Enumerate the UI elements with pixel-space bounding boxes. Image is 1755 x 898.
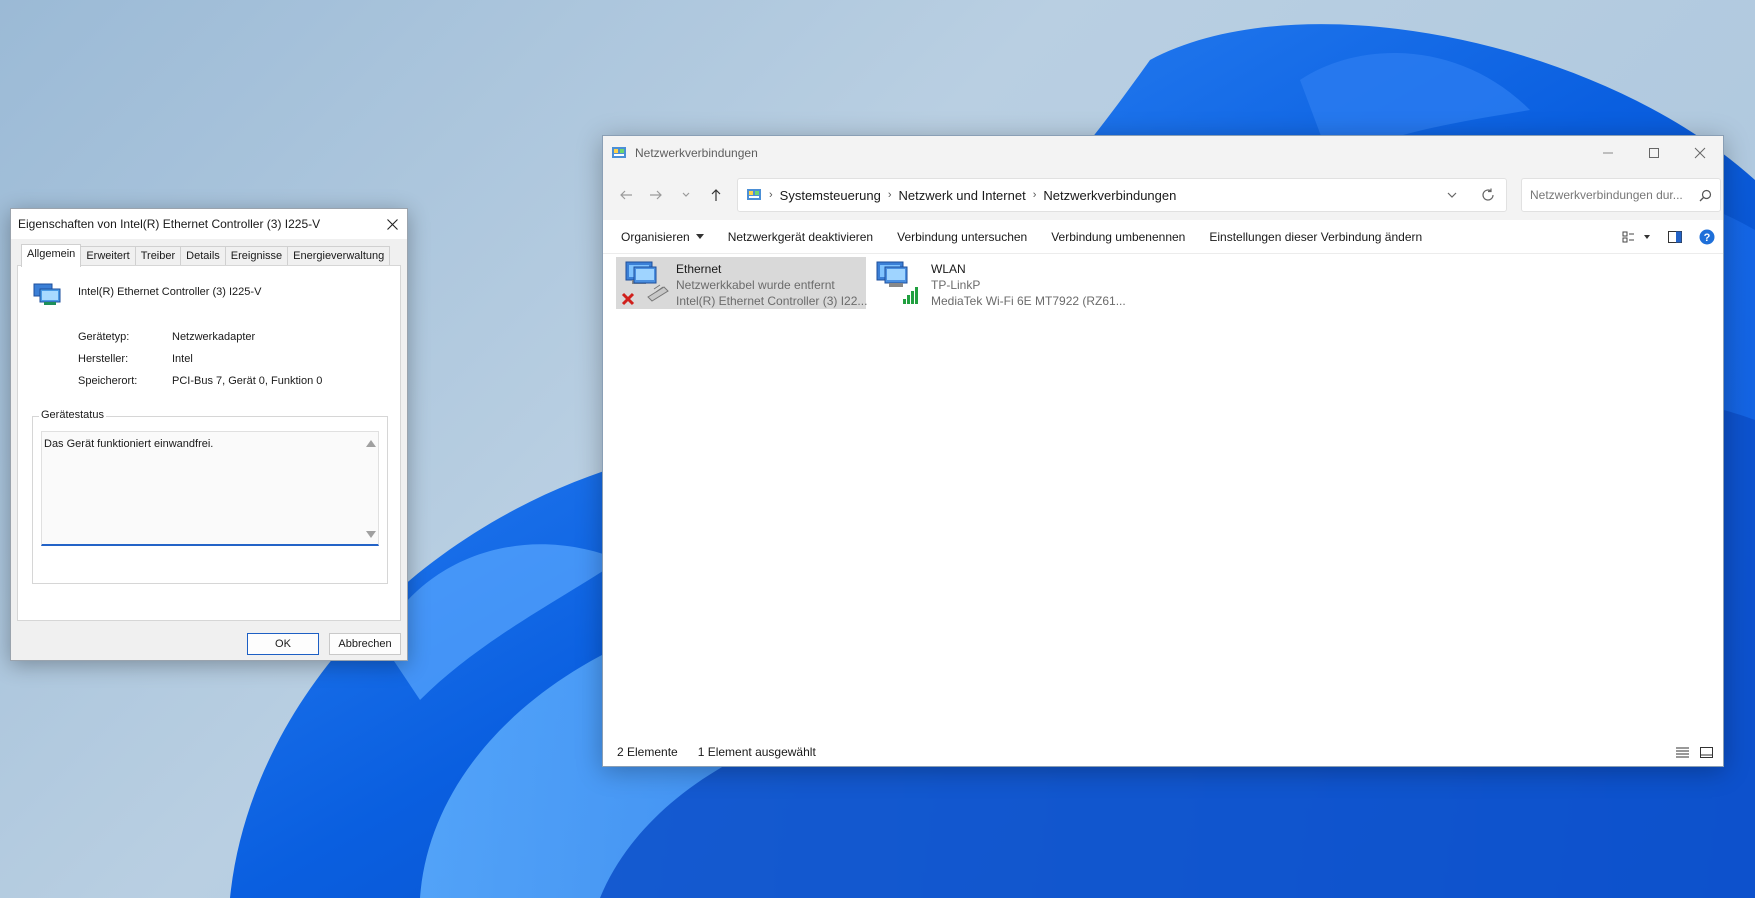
breadcrumb-netzwerk-und-internet[interactable]: Netzwerk und Internet [899,188,1026,203]
address-bar[interactable]: › Systemsteuerung › Netzwerk und Interne… [737,178,1507,212]
dialog-close-button[interactable] [377,209,407,239]
help-button[interactable]: ? [1691,223,1723,251]
connections-list: Ethernet Netzwerkkabel wurde entfernt In… [603,254,1723,738]
dialog-titlebar: Eigenschaften von Intel(R) Ethernet Cont… [11,209,407,239]
network-adapter-icon [33,283,61,305]
prop-value-type: Netzwerkadapter [172,331,256,343]
search-box[interactable] [1521,178,1721,212]
device-name: Intel(R) Ethernet Controller (3) I225-V [78,286,262,298]
device-status-text: Das Gerät funktioniert einwandfrei. [44,438,214,450]
connection-ethernet[interactable]: Ethernet Netzwerkkabel wurde entfernt In… [616,257,868,309]
ok-button[interactable]: OK [247,633,319,655]
connection-name: Ethernet [676,262,722,276]
minimize-icon [1603,152,1613,154]
disable-device-button[interactable]: Netzwerkgerät deaktivieren [716,223,885,251]
device-status-group: Gerätestatus Das Gerät funktioniert einw… [32,409,388,584]
prop-value-location: PCI-Bus 7, Gerät 0, Funktion 0 [172,375,323,387]
change-settings-button[interactable]: Einstellungen dieser Verbindung ändern [1197,223,1434,251]
tiles-view-icon [1699,746,1713,758]
caret-down-icon [695,233,704,239]
preview-pane-icon [1668,230,1682,243]
close-icon [1694,147,1706,159]
breadcrumb-systemsteuerung[interactable]: Systemsteuerung [780,188,881,203]
breadcrumb-chevron-icon[interactable]: › [888,189,892,201]
general-tab-page: Intel(R) Ethernet Controller (3) I225-V … [17,265,401,621]
dialog-title: Eigenschaften von Intel(R) Ethernet Cont… [18,217,321,231]
prop-value-manufacturer: Intel [172,353,193,365]
details-view-button[interactable] [1671,741,1693,763]
chevron-down-icon [682,192,690,197]
organize-label: Organisieren [621,229,690,244]
tab-erweitert[interactable]: Erweitert [80,246,136,266]
cancel-button[interactable]: Abbrechen [329,633,401,655]
close-button[interactable] [1677,136,1723,170]
control-panel-icon [612,147,626,158]
change-view-button[interactable] [1615,223,1659,251]
rename-connection-button[interactable]: Verbindung umbenennen [1039,223,1197,251]
breadcrumb-chevron-icon[interactable]: › [1033,189,1037,201]
view-options-icon [1622,231,1650,242]
arrow-right-icon [650,190,662,200]
diagnose-connection-button[interactable]: Verbindung untersuchen [885,223,1039,251]
recent-locations-button[interactable] [671,180,701,210]
tab-energieverwaltung[interactable]: Energieverwaltung [287,246,391,266]
wifi-connected-icon [875,259,925,307]
arrow-left-icon [620,190,632,200]
tab-details[interactable]: Details [180,246,226,266]
connection-wlan[interactable]: WLAN TP-LinkP MediaTek Wi-Fi 6E MT7922 (… [871,257,1126,309]
network-connections-window: Netzwerkverbindungen › Systemsteuerung ›… [602,135,1724,767]
connection-device: Intel(R) Ethernet Controller (3) I22... [676,294,868,308]
prop-label-type: Gerätetyp: [78,331,130,343]
tab-treiber[interactable]: Treiber [134,246,182,266]
prop-label-location: Speicherort: [78,375,138,387]
tab-ereignisse[interactable]: Ereignisse [224,246,289,266]
device-status-textbox[interactable]: Das Gerät funktioniert einwandfrei. [41,431,379,546]
preview-pane-button[interactable] [1659,223,1691,251]
window-title: Netzwerkverbindungen [635,146,758,160]
device-properties-dialog: Eigenschaften von Intel(R) Ethernet Cont… [10,208,408,661]
up-button[interactable] [701,180,731,210]
close-icon [386,218,398,230]
status-bar: 2 Elemente 1 Element ausgewählt [603,738,1723,766]
breadcrumb-netzwerkverbindungen[interactable]: Netzwerkverbindungen [1043,188,1176,203]
back-button[interactable] [611,180,641,210]
tab-allgemein[interactable]: Allgemein [21,244,82,267]
scroll-up-icon[interactable] [366,440,376,447]
chevron-down-icon [1447,192,1457,198]
arrow-up-icon [711,189,721,201]
device-status-label: Gerätestatus [39,409,106,421]
search-icon[interactable] [1699,189,1712,202]
connection-status: Netzwerkkabel wurde entfernt [676,278,835,292]
maximize-icon [1649,148,1659,158]
connection-status: TP-LinkP [931,278,981,292]
address-row: › Systemsteuerung › Netzwerk und Interne… [603,170,1723,220]
connection-name: WLAN [931,262,966,276]
ethernet-disconnected-icon [620,259,670,307]
address-history-button[interactable] [1434,179,1470,211]
breadcrumb-chevron-icon: › [769,189,773,201]
organize-button[interactable]: Organisieren [609,223,716,251]
selection-count: 1 Element ausgewählt [697,745,816,759]
minimize-button[interactable] [1585,136,1631,170]
refresh-icon [1482,188,1494,201]
refresh-button[interactable] [1470,179,1506,211]
prop-label-manufacturer: Hersteller: [78,353,129,365]
maximize-button[interactable] [1631,136,1677,170]
search-input[interactable] [1530,188,1699,202]
status-scrollbar[interactable] [362,432,378,544]
item-count: 2 Elemente [617,745,678,759]
details-view-icon [1675,747,1689,757]
forward-button[interactable] [641,180,671,210]
connection-device: MediaTek Wi-Fi 6E MT7922 (RZ61... [931,294,1126,308]
window-titlebar: Netzwerkverbindungen [603,136,1723,170]
command-bar: Organisieren Netzwerkgerät deaktivieren … [603,220,1723,254]
control-panel-icon [747,189,761,200]
svg-text:?: ? [1704,232,1711,244]
scroll-down-icon[interactable] [366,531,376,538]
tiles-view-button[interactable] [1695,741,1717,763]
help-icon: ? [1699,229,1715,244]
